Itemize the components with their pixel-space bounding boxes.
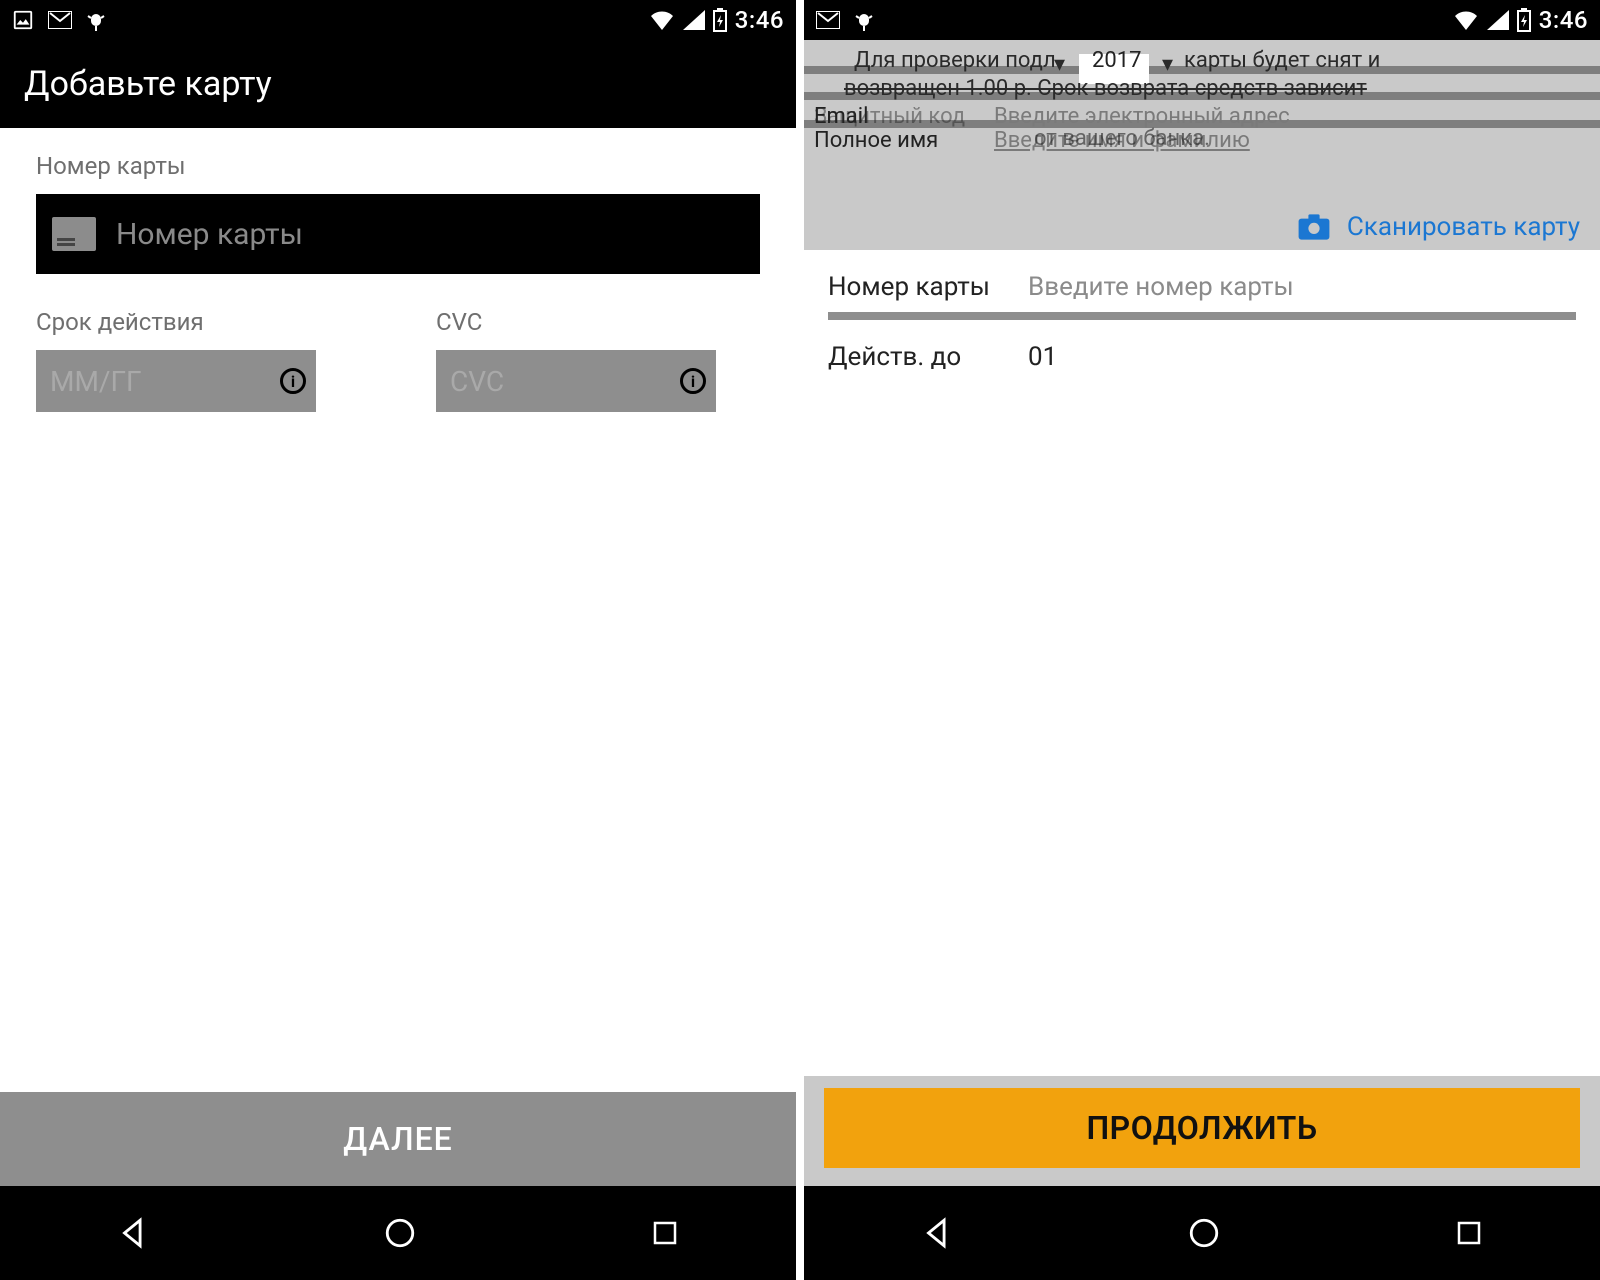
valid-thru-row[interactable]: Действ. до 01 bbox=[804, 320, 1600, 382]
expiry-label: Срок действия bbox=[36, 308, 316, 336]
card-number-label: Номер карты bbox=[828, 272, 1028, 302]
gmail-icon bbox=[48, 11, 72, 29]
expiry-input[interactable]: ММ/ГГ i bbox=[36, 350, 316, 412]
battery-charging-icon bbox=[713, 8, 727, 32]
left-content: Номер карты Номер карты Срок действия ММ… bbox=[0, 128, 796, 1092]
scan-card-button[interactable]: Сканировать карту bbox=[1347, 212, 1580, 242]
status-bar: 3:46 bbox=[0, 0, 796, 40]
android-debug-icon bbox=[86, 8, 106, 32]
card-number-input[interactable]: Номер карты bbox=[36, 194, 760, 274]
right-fields: Номер карты Введите номер карты Действ. … bbox=[804, 250, 1600, 382]
card-icon bbox=[52, 217, 96, 251]
android-debug-icon bbox=[854, 8, 874, 32]
expiry-placeholder: ММ/ГГ bbox=[50, 365, 142, 398]
bank-text: от вашего банка. bbox=[1034, 126, 1210, 151]
cvc-input[interactable]: CVC i bbox=[436, 350, 716, 412]
info-icon[interactable]: i bbox=[680, 368, 706, 394]
cvc-placeholder: CVC bbox=[450, 365, 504, 398]
phone-left: 3:46 Добавьте карту Номер карты Номер ка… bbox=[0, 0, 800, 1280]
glitch-text: возвращен 1.00 р. Срок возврата средств … bbox=[844, 76, 1367, 101]
wifi-icon bbox=[1453, 10, 1479, 30]
nav-home-icon[interactable] bbox=[383, 1216, 417, 1250]
clock: 3:46 bbox=[735, 6, 784, 34]
image-icon bbox=[12, 9, 34, 31]
glitch-year: 2017 bbox=[1092, 48, 1141, 73]
nav-back-icon[interactable] bbox=[920, 1216, 954, 1250]
field-underline bbox=[828, 312, 1576, 320]
card-number-placeholder: Номер карты bbox=[116, 217, 303, 252]
nav-back-icon[interactable] bbox=[116, 1216, 150, 1250]
nav-home-icon[interactable] bbox=[1187, 1216, 1221, 1250]
phone-right: 3:46 Для проверки подл 2017 карты будет … bbox=[800, 0, 1600, 1280]
clock: 3:46 bbox=[1539, 6, 1588, 34]
valid-thru-value: 01 bbox=[1028, 342, 1576, 372]
status-bar: 3:46 bbox=[804, 0, 1600, 40]
battery-charging-icon bbox=[1517, 8, 1531, 32]
glitch-text: карты будет снят и bbox=[1184, 48, 1380, 73]
cell-signal-icon bbox=[1487, 10, 1509, 30]
dropdown-icon[interactable]: ▾ bbox=[1162, 52, 1173, 77]
cell-signal-icon bbox=[683, 10, 705, 30]
info-icon[interactable]: i bbox=[280, 368, 306, 394]
card-number-label: Номер карты bbox=[36, 152, 760, 180]
nav-bar bbox=[0, 1186, 796, 1280]
camera-icon[interactable] bbox=[1297, 213, 1331, 241]
nav-recent-icon[interactable] bbox=[1454, 1218, 1484, 1248]
valid-thru-label: Действ. до bbox=[828, 342, 1028, 372]
wifi-icon bbox=[649, 10, 675, 30]
nav-recent-icon[interactable] bbox=[650, 1218, 680, 1248]
cvc-label: CVC bbox=[436, 308, 716, 336]
glitch-text: Для проверки подл bbox=[854, 48, 1056, 73]
card-number-placeholder: Введите номер карты bbox=[1028, 272, 1576, 302]
footer-wrap: ПРОДОЛЖИТЬ bbox=[804, 1076, 1600, 1186]
next-button[interactable]: ДАЛЕЕ bbox=[0, 1092, 796, 1186]
gmail-icon bbox=[816, 11, 840, 29]
continue-button[interactable]: ПРОДОЛЖИТЬ bbox=[824, 1088, 1580, 1168]
page-title: Добавьте карту bbox=[0, 40, 796, 128]
nav-bar bbox=[804, 1186, 1600, 1280]
overlapping-header: Для проверки подл 2017 карты будет снят … bbox=[804, 40, 1600, 250]
dropdown-icon[interactable]: ▾ bbox=[1054, 52, 1065, 77]
card-number-row[interactable]: Номер карты Введите номер карты bbox=[804, 250, 1600, 312]
